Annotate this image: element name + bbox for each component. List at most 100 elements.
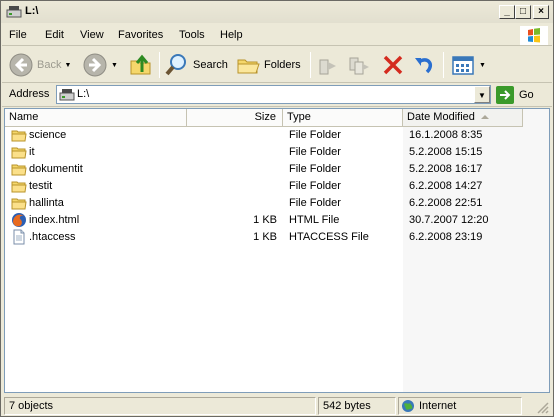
folder-icon	[11, 147, 27, 159]
file-name: index.html	[29, 214, 80, 226]
maximize-button[interactable]: □	[515, 5, 531, 19]
menu-help[interactable]: Help	[220, 29, 243, 41]
file-row[interactable]: .htaccess 1 KB HTACCESS File 6.2.2008 23:19	[5, 229, 523, 246]
status-bar: 7 objects 542 bytes Internet	[2, 395, 552, 416]
file-size: 1 KB	[253, 231, 277, 243]
address-value: L:\	[77, 88, 90, 100]
resize-grip-icon[interactable]	[536, 401, 550, 415]
file-date-modified: 30.7.2007 12:20	[409, 214, 489, 226]
column-header-date-label: Date Modified	[407, 111, 475, 123]
column-header-type[interactable]: Type	[283, 109, 403, 127]
views-grid-icon	[452, 56, 474, 75]
search-button[interactable]: Search	[164, 51, 228, 79]
column-header-date-modified[interactable]: Date Modified	[403, 109, 523, 127]
generic-file-icon	[13, 229, 25, 245]
file-type: HTACCESS File	[289, 231, 369, 243]
file-row[interactable]: it File Folder 5.2.2008 15:15	[5, 144, 523, 161]
views-dropdown-arrow-icon[interactable]: ▼	[479, 62, 486, 69]
address-bar: Address L:\ ▼ Go	[2, 83, 552, 107]
undo-icon	[415, 58, 432, 74]
folders-button[interactable]: Folders	[235, 51, 301, 79]
folder-icon	[11, 164, 27, 176]
up-folder-button[interactable]	[128, 51, 154, 79]
file-date-modified: 5.2.2008 15:15	[409, 146, 483, 158]
address-dropdown-button[interactable]: ▼	[474, 86, 490, 103]
window-title: L:\	[25, 5, 39, 17]
internet-globe-icon	[402, 400, 414, 412]
search-label: Search	[193, 59, 228, 71]
file-row[interactable]: hallinta File Folder 6.2.2008 22:51	[5, 195, 523, 212]
standard-toolbar: Back ▼ ▼ Search Folders ▼	[2, 47, 552, 83]
file-name: hallinta	[29, 197, 64, 209]
file-name: science	[29, 129, 67, 141]
folder-icon	[11, 130, 27, 142]
file-row[interactable]: science File Folder 16.1.2008 8:35	[5, 127, 523, 144]
folders-label: Folders	[264, 59, 301, 71]
column-header-name[interactable]: Name	[5, 109, 187, 127]
move-to-button[interactable]	[315, 51, 341, 79]
address-label: Address	[9, 88, 50, 100]
search-icon	[165, 54, 186, 76]
go-button[interactable]: Go	[496, 85, 534, 105]
up-folder-icon	[130, 54, 151, 75]
scroll-area	[523, 109, 549, 392]
move-to-folder-icon	[319, 59, 336, 75]
go-arrow-icon	[496, 86, 514, 104]
file-type: File Folder	[289, 197, 341, 209]
copy-to-folder-icon	[349, 57, 369, 75]
file-date-modified: 16.1.2008 8:35	[409, 129, 483, 141]
undo-button[interactable]	[411, 51, 437, 79]
file-name: it	[29, 146, 35, 158]
file-size: 1 KB	[253, 214, 277, 226]
back-dropdown-arrow-icon[interactable]: ▼	[64, 62, 71, 69]
go-label: Go	[519, 89, 534, 101]
status-total-size: 542 bytes	[318, 397, 396, 415]
file-date-modified: 6.2.2008 22:51	[409, 197, 483, 209]
file-row[interactable]: dokumentit File Folder 5.2.2008 16:17	[5, 161, 523, 178]
forward-dropdown-arrow-icon[interactable]: ▼	[111, 62, 118, 69]
status-object-count: 7 objects	[4, 397, 316, 415]
back-button[interactable]: Back ▼	[8, 51, 71, 79]
sort-ascending-arrow-icon	[481, 115, 489, 119]
copy-to-button[interactable]	[346, 51, 372, 79]
toolbar-separator	[310, 52, 311, 78]
file-date-modified: 5.2.2008 16:17	[409, 163, 483, 175]
file-type: File Folder	[289, 180, 341, 192]
column-header-size[interactable]: Size	[187, 109, 283, 127]
explorer-window: L:\ _ □ × File Edit View Favorites Tools…	[0, 0, 554, 417]
menu-edit[interactable]: Edit	[45, 29, 64, 41]
file-type: HTML File	[289, 214, 340, 226]
drive-icon	[59, 89, 75, 101]
file-row[interactable]: index.html 1 KB HTML File 30.7.2007 12:20	[5, 212, 523, 229]
menu-favorites[interactable]: Favorites	[118, 29, 163, 41]
views-button[interactable]: ▼	[450, 51, 486, 79]
file-row[interactable]: testit File Folder 6.2.2008 14:27	[5, 178, 523, 195]
status-zone-label: Internet	[419, 400, 457, 412]
file-type: File Folder	[289, 163, 341, 175]
folders-icon	[237, 59, 260, 74]
menu-tools[interactable]: Tools	[179, 29, 205, 41]
menu-bar: File Edit View Favorites Tools Help	[2, 25, 552, 46]
folder-icon	[11, 181, 27, 193]
file-name: .htaccess	[29, 231, 76, 243]
status-zone: Internet	[398, 397, 522, 415]
delete-x-icon	[383, 55, 403, 75]
menu-view[interactable]: View	[80, 29, 104, 41]
minimize-button[interactable]: _	[499, 5, 515, 19]
title-bar[interactable]: L:\ _ □ ×	[1, 1, 553, 23]
forward-button[interactable]: ▼	[82, 51, 118, 79]
delete-button[interactable]	[380, 51, 406, 79]
file-date-modified: 6.2.2008 23:19	[409, 231, 483, 243]
forward-arrow-icon	[83, 53, 107, 77]
firefox-html-icon	[12, 213, 26, 227]
menu-file[interactable]: File	[9, 29, 27, 41]
file-date-modified: 6.2.2008 14:27	[409, 180, 483, 192]
back-arrow-icon	[9, 53, 33, 77]
toolbar-separator	[159, 52, 160, 78]
file-type: File Folder	[289, 146, 341, 158]
address-input[interactable]: L:\ ▼	[56, 85, 491, 104]
drive-icon	[6, 6, 22, 18]
file-list-view[interactable]: Name Size Type Date Modified science File…	[4, 108, 550, 393]
close-button[interactable]: ×	[533, 5, 549, 19]
file-type: File Folder	[289, 129, 341, 141]
